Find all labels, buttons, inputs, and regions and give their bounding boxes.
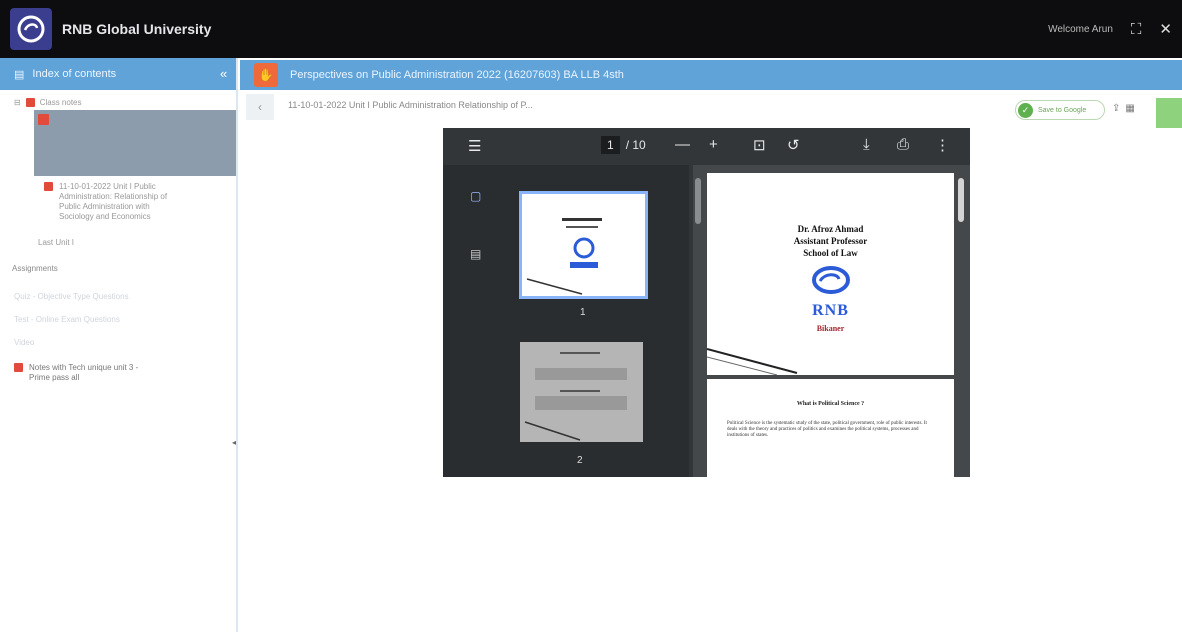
contents-icon: ▤ bbox=[14, 68, 25, 81]
app-title: RNB Global University bbox=[62, 21, 212, 37]
tree-item-label: Test - Online Exam Questions bbox=[14, 315, 120, 324]
document-page-2: What is Political Science ? Political Sc… bbox=[707, 379, 954, 477]
download-icon[interactable]: ⤓ bbox=[863, 136, 870, 153]
page2-heading: What is Political Science ? bbox=[796, 401, 865, 407]
tree-item-last-unit[interactable]: Last Unit I bbox=[0, 234, 236, 250]
sidebar: ▤ Index of contents « ⊟ Class notes 11-1… bbox=[0, 58, 238, 632]
thumbnail-page-2[interactable] bbox=[520, 342, 643, 442]
print-icon[interactable]: ⎙ bbox=[897, 136, 909, 153]
logo-emblem-icon bbox=[17, 15, 45, 43]
page-decor-lines bbox=[707, 348, 798, 375]
tree-item-label: Quiz - Objective Type Questions bbox=[14, 292, 129, 301]
pdf-icon bbox=[44, 182, 53, 191]
document-icon[interactable]: ▦ bbox=[1125, 103, 1134, 114]
check-icon: ✓ bbox=[1018, 102, 1033, 118]
top-bar: RNB Global University Welcome Arun ⛶ ✕ bbox=[0, 0, 1182, 58]
page-indicator: 1 / 10 bbox=[601, 136, 646, 154]
thumbnail-2-preview bbox=[524, 352, 627, 441]
sidebar-title: Index of contents bbox=[32, 68, 117, 80]
tree-item-label: Video bbox=[14, 338, 35, 347]
collapse-sidebar-icon[interactable]: « bbox=[220, 66, 227, 81]
author-title: Assistant Professor bbox=[793, 236, 868, 246]
document-page-1: Dr. Afroz Ahmad Assistant Professor Scho… bbox=[707, 173, 954, 375]
save-to-google-label: Save to Google bbox=[1038, 106, 1087, 114]
back-button[interactable]: ‹ bbox=[246, 94, 274, 120]
pdf-toolbar: ☰ 1 / 10 — + ⊡ ↺ ⤓ ⎙ ⋮ bbox=[443, 128, 970, 165]
close-icon[interactable]: ✕ bbox=[1159, 20, 1172, 38]
thumbnails-icon[interactable]: ▢ bbox=[470, 189, 481, 203]
tree-item-label: Class notes bbox=[39, 97, 82, 107]
thumbnail-label: 2 bbox=[577, 455, 583, 466]
tree-item-label: Assignments bbox=[12, 263, 58, 273]
tree-item-unit-1[interactable]: 11-10-01-2022 Unit I Public Administrati… bbox=[0, 176, 236, 222]
zoom-out-icon[interactable]: — bbox=[675, 136, 690, 153]
breadcrumb-row: ‹ 11-10-01-2022 Unit I Public Administra… bbox=[240, 92, 1182, 128]
page-total: / 10 bbox=[625, 138, 646, 152]
tree-item-notes[interactable]: Notes with Tech unique unit 3 - Prime pa… bbox=[0, 359, 236, 383]
tree-item-class-notes[interactable]: ⊟ Class notes bbox=[0, 94, 236, 110]
author-school: School of Law bbox=[803, 248, 858, 258]
rnb-brand: RNB bbox=[812, 302, 849, 319]
hand-icon[interactable]: ✋ bbox=[254, 63, 278, 87]
breadcrumb: 11-10-01-2022 Unit I Public Administrati… bbox=[288, 100, 533, 110]
thumbnail-1-preview bbox=[526, 218, 602, 295]
tree-item-label: Last Unit I bbox=[38, 237, 75, 247]
thumbnail-panel: ▢ ▤ 1 2 bbox=[443, 165, 689, 477]
thumbnail-label: 1 bbox=[580, 307, 586, 318]
tree-item-quiz[interactable]: Quiz - Objective Type Questions bbox=[0, 290, 236, 303]
zoom-in-icon[interactable]: + bbox=[709, 136, 718, 153]
rotate-icon[interactable]: ↺ bbox=[787, 136, 800, 154]
fullscreen-icon[interactable]: ⛶ bbox=[1131, 21, 1142, 38]
contents-tree: ⊟ Class notes 11-10-01-2022 Unit I Publi… bbox=[0, 94, 236, 383]
page2-body: Political Science is the systematic stud… bbox=[727, 421, 927, 438]
tree-item-selected[interactable] bbox=[34, 110, 236, 176]
chevron-left-icon: ‹ bbox=[258, 100, 262, 114]
tree-item-label: Notes with Tech unique unit 3 - Prime pa… bbox=[29, 363, 139, 382]
page-number-input[interactable]: 1 bbox=[601, 136, 620, 154]
thumbnail-scrollbar[interactable] bbox=[695, 178, 701, 224]
rnb-emblem-icon bbox=[811, 266, 850, 294]
author-name: Dr. Afroz Ahmad bbox=[797, 224, 864, 234]
tree-item-test[interactable]: Test - Online Exam Questions bbox=[0, 313, 236, 326]
course-title: Perspectives on Public Administration 20… bbox=[290, 69, 624, 81]
sidebar-header: ▤ Index of contents « bbox=[0, 58, 236, 90]
pdf-icon bbox=[25, 97, 35, 107]
pdf-icon bbox=[38, 114, 49, 125]
expand-icon[interactable]: ⊟ bbox=[14, 98, 21, 107]
menu-icon[interactable]: ☰ bbox=[468, 137, 481, 155]
outline-icon[interactable]: ▤ bbox=[470, 247, 481, 261]
resize-handle-icon[interactable]: ◂ bbox=[232, 438, 236, 447]
page-scrollbar[interactable] bbox=[958, 178, 964, 222]
pdf-icon bbox=[14, 363, 23, 372]
content-header: ✋ Perspectives on Public Administration … bbox=[240, 60, 1182, 90]
thumbnail-page-1[interactable] bbox=[519, 191, 648, 299]
university-logo bbox=[10, 8, 52, 50]
more-options-icon[interactable]: ⋮ bbox=[935, 136, 950, 154]
tree-item-assignments[interactable]: Assignments bbox=[0, 256, 236, 280]
fit-page-icon[interactable]: ⊡ bbox=[753, 136, 766, 154]
save-to-google-button[interactable]: ✓ Save to Google bbox=[1015, 100, 1105, 120]
welcome-user[interactable]: Welcome Arun bbox=[1048, 24, 1113, 35]
tree-item-label: 11-10-01-2022 Unit I Public Administrati… bbox=[59, 182, 168, 221]
share-icon[interactable]: ⇪ bbox=[1112, 103, 1120, 114]
tree-item-video[interactable]: Video bbox=[0, 336, 236, 349]
side-tab-button[interactable] bbox=[1156, 98, 1182, 128]
pdf-viewer: ☰ 1 / 10 — + ⊡ ↺ ⤓ ⎙ ⋮ ▢ ▤ 1 2 Dr. Afroz… bbox=[443, 128, 970, 477]
city-label: Bikaner bbox=[816, 324, 845, 333]
